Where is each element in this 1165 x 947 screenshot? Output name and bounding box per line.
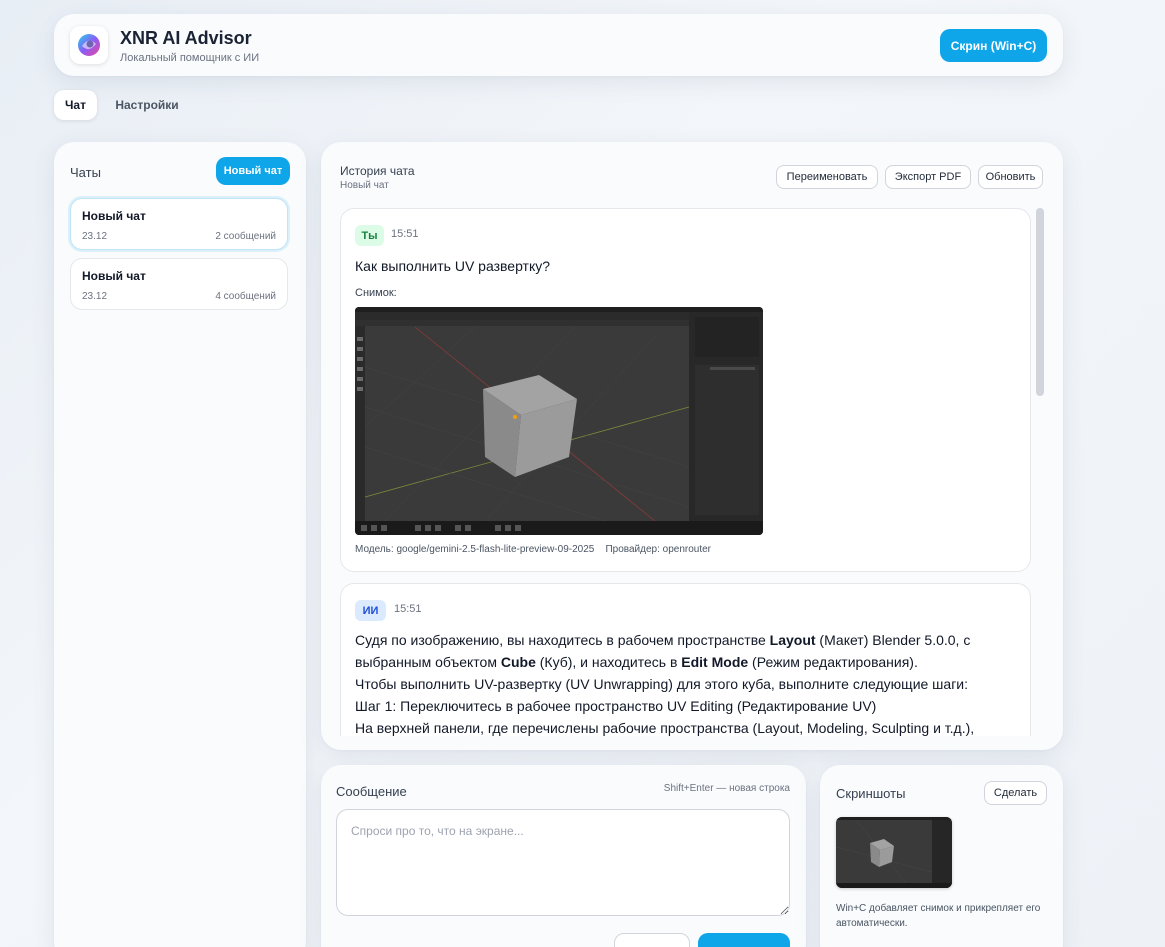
screenshots-title: Скриншоты [836, 786, 906, 801]
chat-list-item[interactable]: Новый чат 23.12 4 сообщений [70, 258, 288, 310]
message-text: Как выполнить UV развертку? [355, 258, 551, 274]
message-input[interactable] [336, 809, 790, 916]
chat-sidebar: Чаты Новый чат Новый чат 23.12 2 сообщен… [54, 142, 306, 947]
screenshots-note: Win+C добавляет снимок и прикрепляет его… [836, 903, 1041, 929]
rename-button[interactable]: Переименовать [776, 165, 878, 189]
message-time: 15:51 [391, 228, 419, 240]
chat-item-title: Новый чат [82, 269, 146, 283]
tab-settings[interactable]: Настройки [105, 90, 189, 120]
sidebar-title: Чаты [70, 165, 101, 180]
composer-secondary-button[interactable] [614, 933, 690, 947]
chat-item-count: 2 сообщений [215, 231, 276, 242]
screenshots-panel: Скриншоты Сделать Win+C добавляет снимок… [820, 765, 1063, 947]
app-subtitle: Локальный помощник с ИИ [120, 52, 260, 64]
chat-item-date: 23.12 [82, 231, 108, 242]
chat-item-date: 23.12 [82, 291, 108, 302]
take-screenshot-button[interactable]: Сделать [984, 781, 1047, 805]
snapshot-label: Снимок: [355, 287, 397, 299]
refresh-button[interactable]: Обновить [978, 165, 1043, 189]
ai-message: ИИ 15:51 Судя по изображению, вы находит… [340, 583, 1031, 736]
message-time: 15:51 [394, 603, 422, 615]
app-logo-icon [70, 26, 108, 64]
response-line: Шаг 1: Переключитесь в рабочее пространс… [355, 698, 877, 714]
screenshot-button[interactable]: Скрин (Win+C) [940, 29, 1047, 62]
response-line: Чтобы выполнить UV-развертку (UV Unwrapp… [355, 676, 969, 692]
send-button[interactable] [698, 933, 790, 947]
response-line: На верхней панели, где перечислены рабоч… [355, 720, 975, 736]
provider-name: Провайдер: openrouter [605, 544, 712, 555]
author-badge: Ты [355, 225, 384, 246]
chat-item-title: Новый чат [82, 209, 146, 223]
message-list[interactable]: Ты 15:51 Как выполнить UV развертку? Сни… [340, 208, 1042, 736]
history-subtitle: Новый чат [340, 180, 389, 191]
model-name: Модель: google/gemini-2.5-flash-lite-pre… [355, 544, 595, 555]
composer-hint: Shift+Enter — новая строка [663, 783, 790, 794]
screenshot-thumbnail[interactable] [836, 817, 952, 888]
response-line: выбранным объектом Cube (Куб), и находит… [355, 654, 918, 670]
new-chat-button[interactable]: Новый чат [216, 157, 290, 185]
response-line: Судя по изображению, вы находитесь в раб… [355, 632, 971, 648]
app-header: XNR AI Advisor Локальный помощник с ИИ С… [54, 14, 1063, 76]
chat-history-panel: История чата Новый чат Переименовать Экс… [321, 142, 1063, 750]
composer-title: Сообщение [336, 784, 407, 799]
author-badge: ИИ [355, 600, 386, 621]
user-message: Ты 15:51 Как выполнить UV развертку? Сни… [340, 208, 1031, 572]
chat-item-count: 4 сообщений [215, 291, 276, 302]
tab-chat[interactable]: Чат [54, 90, 97, 120]
message-composer: Сообщение Shift+Enter — новая строка [321, 765, 806, 947]
app-title: XNR AI Advisor [120, 28, 252, 48]
model-info: Модель: google/gemini-2.5-flash-lite-pre… [355, 544, 711, 555]
ai-response-text: Судя по изображению, вы находитесь в раб… [355, 629, 1015, 736]
export-pdf-button[interactable]: Экспорт PDF [885, 165, 971, 189]
history-title: История чата [340, 164, 415, 178]
chat-list-item[interactable]: Новый чат 23.12 2 сообщений [70, 198, 288, 250]
snapshot-image[interactable] [355, 307, 763, 535]
history-scrollbar[interactable] [1036, 208, 1044, 396]
